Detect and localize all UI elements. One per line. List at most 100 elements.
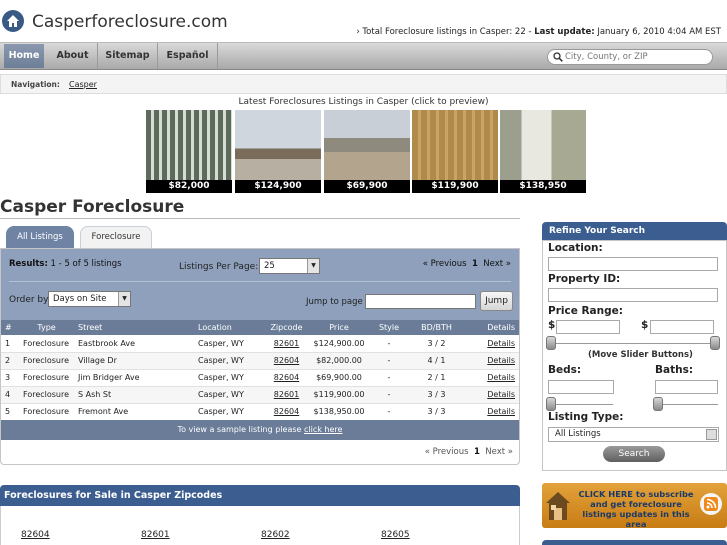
beds-slider-handle[interactable] — [546, 397, 556, 411]
pager-current: 1 — [471, 259, 478, 269]
col-type: Type — [19, 320, 74, 335]
latest-listing-4[interactable]: $119,900 — [412, 110, 498, 193]
property-id-input[interactable] — [548, 288, 718, 302]
beds-label: Beds: — [548, 364, 582, 376]
beds-input[interactable] — [548, 380, 614, 394]
nav-sitemap[interactable]: Sitemap — [98, 43, 158, 69]
baths-label: Baths: — [655, 364, 694, 376]
row-bd-bth: 3 / 3 — [409, 386, 464, 404]
latest-listing-2[interactable]: $124,900 — [235, 110, 321, 193]
row-zipcode-link[interactable]: 82604 — [264, 369, 309, 387]
last-update-value: January 6, 2010 4:04 AM EST — [594, 27, 721, 37]
row-number: 2 — [1, 352, 19, 370]
latest-listing-1[interactable]: $82,000 — [146, 110, 232, 193]
row-number: 4 — [1, 386, 19, 404]
jump-button[interactable]: Jump — [480, 291, 513, 311]
breadcrumb-label: Navigation: — [11, 80, 60, 89]
pager-next[interactable]: Next » — [483, 259, 511, 269]
listing-type-select[interactable]: All Listings — [548, 427, 719, 442]
row-details-link[interactable]: Details — [464, 386, 519, 404]
row-location: Casper, WY — [194, 403, 264, 421]
location-label: Location: — [548, 242, 603, 254]
row-details-link[interactable]: Details — [464, 352, 519, 370]
row-details-link[interactable]: Details — [464, 335, 519, 353]
max-price-input[interactable] — [650, 320, 714, 334]
latest-listing-3[interactable]: $69,900 — [324, 110, 410, 193]
zipcode-link[interactable]: 82604 — [21, 530, 50, 540]
sidebar-next-heading — [542, 540, 727, 545]
row-type: Foreclosure — [19, 386, 74, 404]
pager-next[interactable]: Next » — [485, 447, 513, 457]
subscribe-banner[interactable]: CLICK HERE to subscribe and get foreclos… — [542, 483, 727, 529]
row-street: Village Dr — [74, 352, 194, 370]
row-style: - — [369, 369, 409, 387]
col-location: Location — [194, 320, 264, 335]
row-bd-bth: 4 / 1 — [409, 352, 464, 370]
order-by-select[interactable]: Days on Site ▼ — [48, 291, 131, 307]
listing-photo — [324, 110, 410, 180]
zipcodes-heading: Foreclosures for Sale in Casper Zipcodes — [0, 485, 520, 506]
zipcode-link[interactable]: 82602 — [261, 530, 290, 540]
row-price: $138,950.00 — [309, 403, 369, 421]
header-stats: › Total Foreclosure listings in Casper: … — [356, 27, 721, 37]
row-price: $124,900.00 — [309, 335, 369, 353]
zipcodes-panel: 82604 82601 82602 82605 — [0, 506, 520, 545]
pager-prev[interactable]: « Previous — [423, 259, 467, 269]
col-style: Style — [369, 320, 409, 335]
latest-listing-5[interactable]: $138,950 — [500, 110, 586, 193]
jump-to-page-input[interactable] — [365, 294, 476, 309]
price-slider-track — [551, 343, 717, 344]
row-zipcode-link[interactable]: 82601 — [264, 335, 309, 353]
zipcode-link[interactable]: 82605 — [381, 530, 410, 540]
row-zipcode-link[interactable]: 82604 — [264, 403, 309, 421]
pager-prev[interactable]: « Previous — [425, 447, 469, 457]
row-style: - — [369, 403, 409, 421]
table-header-row: # Type Street Location Zipcode Price Sty… — [1, 320, 519, 335]
listings-panel: Results: 1 - 5 of 5 listings Listings Pe… — [0, 248, 520, 465]
nav-espanol[interactable]: Español — [158, 43, 218, 69]
search-button[interactable]: Search — [603, 446, 665, 462]
row-details-link[interactable]: Details — [464, 369, 519, 387]
tab-foreclosure[interactable]: Foreclosure — [80, 226, 152, 248]
search-input[interactable] — [565, 51, 705, 63]
listing-type-label: Listing Type: — [548, 411, 624, 423]
baths-input[interactable] — [655, 380, 718, 394]
per-page-select[interactable]: 25 ▼ — [259, 258, 320, 274]
nav-home[interactable]: Home — [4, 44, 44, 68]
site-title[interactable]: Casperforeclosure.com — [32, 12, 228, 32]
listing-photo — [235, 110, 321, 180]
location-input[interactable] — [548, 257, 718, 271]
row-style: - — [369, 335, 409, 353]
row-street: Fremont Ave — [74, 403, 194, 421]
row-details-link[interactable]: Details — [464, 403, 519, 421]
breadcrumb-link-casper[interactable]: Casper — [69, 80, 97, 89]
pager-top: « Previous 1 Next » — [423, 259, 511, 269]
sample-listing-link[interactable]: click here — [304, 425, 342, 434]
nav-about[interactable]: About — [48, 43, 98, 69]
min-price-input[interactable] — [556, 320, 620, 334]
slider-note: (Move Slider Buttons) — [588, 350, 693, 360]
controls-divider — [9, 281, 511, 282]
table-row: 5 Foreclosure Fremont Ave Casper, WY 826… — [1, 403, 519, 421]
home-logo-icon[interactable] — [2, 10, 24, 32]
last-update-label: Last update: — [534, 27, 595, 37]
beds-slider-track — [551, 404, 613, 405]
zipcode-link[interactable]: 82601 — [141, 530, 170, 540]
col-number: # — [1, 320, 19, 335]
house-icon — [545, 490, 571, 525]
row-zipcode-link[interactable]: 82601 — [264, 386, 309, 404]
price-slider-max-handle[interactable] — [710, 336, 720, 350]
baths-slider-handle[interactable] — [653, 397, 663, 411]
row-bd-bth: 3 / 3 — [409, 403, 464, 421]
per-page-label: Listings Per Page: — [179, 262, 259, 272]
price-slider-min-handle[interactable] — [546, 336, 556, 350]
row-number: 5 — [1, 403, 19, 421]
listing-photo — [146, 110, 232, 180]
row-zipcode-link[interactable]: 82604 — [264, 352, 309, 370]
results-label: Results: — [9, 259, 48, 269]
row-type: Foreclosure — [19, 369, 74, 387]
tab-all-listings[interactable]: All Listings — [6, 226, 74, 248]
listing-price: $138,950 — [519, 181, 567, 191]
stats-prefix: › Total Foreclosure listings in Casper: … — [356, 27, 535, 37]
row-number: 1 — [1, 335, 19, 353]
